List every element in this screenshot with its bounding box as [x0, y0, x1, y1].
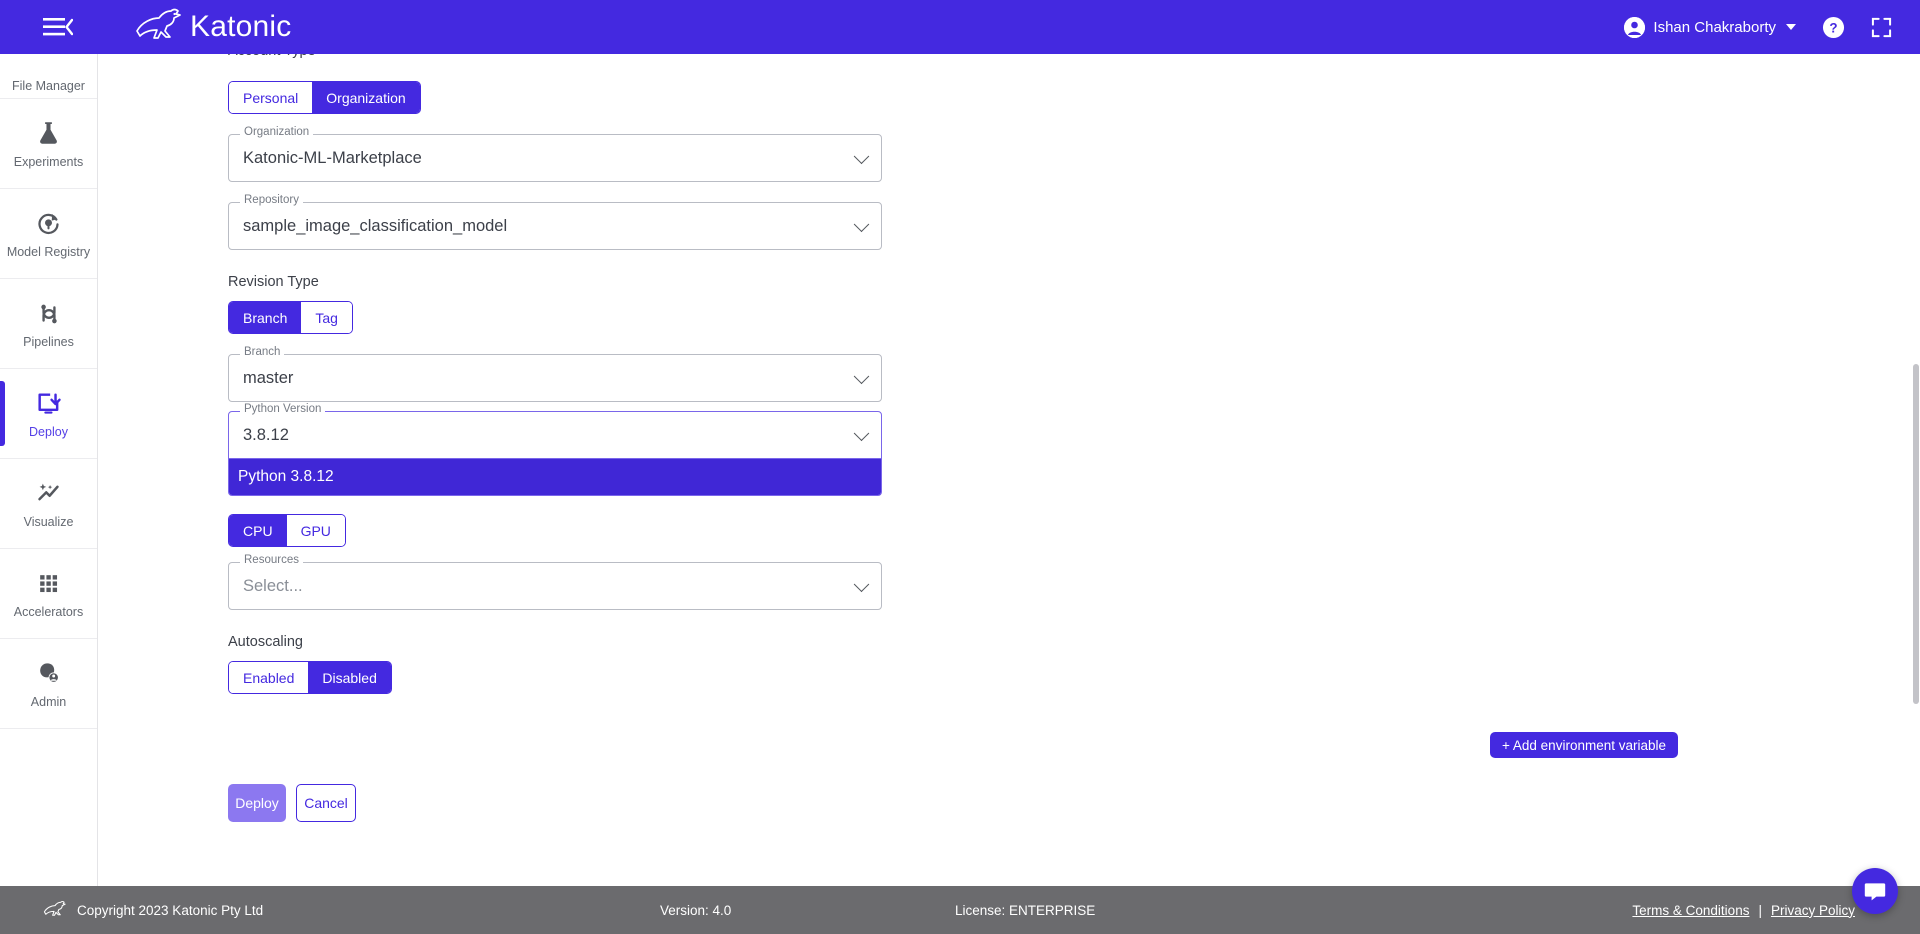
kangaroo-logo-icon — [132, 5, 186, 50]
sidebar-item-label: Accelerators — [13, 604, 84, 619]
chevron-down-icon — [853, 425, 870, 442]
python-version-dropdown: Python 3.8.12 — [228, 459, 882, 496]
brand-logo-group: Katonic — [132, 5, 291, 50]
resources-legend: Resources — [240, 554, 303, 567]
kangaroo-logo-icon — [42, 898, 68, 923]
account-type-label: Account Type — [228, 54, 1920, 59]
svg-text:?: ? — [1829, 20, 1837, 35]
autoscaling-label: Autoscaling — [228, 634, 303, 650]
chat-bubble-icon — [1864, 883, 1886, 901]
repository-value: sample_image_classification_model — [243, 216, 508, 235]
organization-legend: Organization — [240, 126, 314, 139]
sidebar-item-experiments[interactable]: Experiments — [0, 99, 97, 189]
account-type-organization-button[interactable]: Organization — [312, 82, 420, 113]
deploy-button[interactable]: Deploy — [228, 784, 286, 822]
brand-name: Katonic — [190, 10, 292, 43]
footer-links: Terms & Conditions | Privacy Policy — [1632, 903, 1855, 918]
sidebar-item-admin[interactable]: Admin — [0, 639, 97, 729]
scrollbar-thumb[interactable] — [1913, 364, 1919, 704]
footer-license: License: ENTERPRISE — [955, 902, 1096, 918]
privacy-policy-link[interactable]: Privacy Policy — [1771, 903, 1855, 918]
python-version-legend: Python Version — [240, 403, 326, 416]
compute-type-toggle: CPU GPU — [228, 514, 346, 547]
repository-select[interactable]: Repository sample_image_classification_m… — [228, 194, 882, 250]
autoscaling-toggle: Enabled Disabled — [228, 661, 392, 694]
branch-legend: Branch — [240, 346, 285, 359]
model-registry-icon — [35, 209, 62, 239]
user-name: Ishan Chakraborty — [1653, 18, 1776, 36]
sidebar-item-deploy[interactable]: Deploy — [0, 369, 97, 459]
chevron-down-icon — [853, 148, 870, 165]
sidebar-item-label: Visualize — [23, 514, 74, 529]
sidebar-item-label: Deploy — [29, 424, 68, 439]
branch-select[interactable]: Branch master — [228, 346, 882, 402]
organization-select[interactable]: Organization Katonic-ML-Marketplace — [228, 126, 882, 182]
help-circle-icon[interactable]: ? — [1822, 16, 1845, 39]
env-variable-row: + Add environment variable — [228, 732, 1678, 758]
add-environment-variable-button[interactable]: + Add environment variable — [1490, 732, 1678, 758]
sidebar-item-label: Model Registry — [6, 244, 91, 259]
sparkle-chart-icon — [35, 479, 62, 509]
sidebar-item-label: Experiments — [13, 154, 84, 169]
menu-collapse-icon[interactable] — [32, 7, 84, 47]
sidebar-item-file-manager[interactable]: File Manager — [0, 54, 97, 99]
grid-dots-icon — [36, 569, 61, 599]
footer-copyright-group: Copyright 2023 Katonic Pty Ltd — [42, 898, 263, 923]
sidebar-item-label: File Manager — [12, 78, 85, 93]
footer-copyright-text: Copyright 2023 Katonic Pty Ltd — [77, 902, 264, 918]
deploy-download-icon — [35, 389, 63, 419]
admin-user-icon — [35, 659, 62, 689]
user-menu[interactable]: Ishan Chakraborty — [1624, 16, 1796, 38]
branch-value: master — [243, 368, 294, 387]
sidebar-item-accelerators[interactable]: Accelerators — [0, 549, 97, 639]
revision-type-tag-button[interactable]: Tag — [301, 302, 352, 333]
main-content: Account Type Personal Organization Organ… — [98, 54, 1920, 910]
compute-cpu-button[interactable]: CPU — [229, 515, 287, 546]
chevron-down-icon — [853, 216, 870, 233]
python-version-value: 3.8.12 — [243, 425, 289, 444]
python-version-select[interactable]: Python Version 3.8.12 — [228, 403, 882, 459]
resources-select[interactable]: Resources Select... — [228, 554, 882, 610]
sidebar-item-label: Admin — [30, 694, 67, 709]
form-actions: Deploy Cancel — [228, 784, 1920, 822]
account-type-toggle: Personal Organization — [228, 81, 421, 114]
cancel-button[interactable]: Cancel — [296, 784, 356, 822]
revision-type-label: Revision Type — [228, 274, 319, 290]
sidebar-item-pipelines[interactable]: Pipelines — [0, 279, 97, 369]
revision-type-toggle: Branch Tag — [228, 301, 353, 334]
autoscaling-disabled-button[interactable]: Disabled — [308, 662, 391, 693]
resources-value: Select... — [243, 576, 303, 595]
avatar — [1624, 16, 1646, 38]
chat-launcher-button[interactable] — [1852, 868, 1898, 914]
page-footer: Copyright 2023 Katonic Pty Ltd Version: … — [0, 886, 1920, 934]
footer-version: Version: 4.0 — [660, 902, 732, 918]
top-header: Katonic Ishan Chakraborty ? — [0, 0, 1920, 54]
account-type-personal-button[interactable]: Personal — [229, 82, 313, 113]
left-sidebar: File Manager Experiments Model Registry — [0, 54, 98, 910]
sidebar-item-visualize[interactable]: Visualize — [0, 459, 97, 549]
main-scrollbar[interactable] — [1912, 54, 1920, 910]
chevron-down-icon — [853, 368, 870, 385]
compute-gpu-button[interactable]: GPU — [286, 515, 345, 546]
chevron-down-icon — [853, 576, 870, 593]
python-version-option[interactable]: Python 3.8.12 — [229, 459, 881, 495]
autoscaling-enabled-button[interactable]: Enabled — [229, 662, 309, 693]
flask-icon — [35, 119, 62, 149]
deploy-form: Account Type Personal Organization Organ… — [98, 54, 1920, 822]
sidebar-item-model-registry[interactable]: Model Registry — [0, 189, 97, 279]
footer-link-separator: | — [1758, 902, 1762, 918]
organization-value: Katonic-ML-Marketplace — [243, 148, 422, 167]
fullscreen-icon[interactable] — [1871, 17, 1892, 38]
sidebar-item-label: Pipelines — [23, 334, 74, 349]
repository-legend: Repository — [240, 194, 303, 207]
chevron-down-icon — [1786, 24, 1796, 30]
terms-and-conditions-link[interactable]: Terms & Conditions — [1632, 903, 1749, 918]
pipelines-icon — [36, 299, 62, 329]
revision-type-branch-button[interactable]: Branch — [229, 302, 302, 333]
header-actions: Ishan Chakraborty ? — [1624, 16, 1892, 39]
app-root: Katonic Ishan Chakraborty ? File Manager… — [0, 0, 1920, 934]
